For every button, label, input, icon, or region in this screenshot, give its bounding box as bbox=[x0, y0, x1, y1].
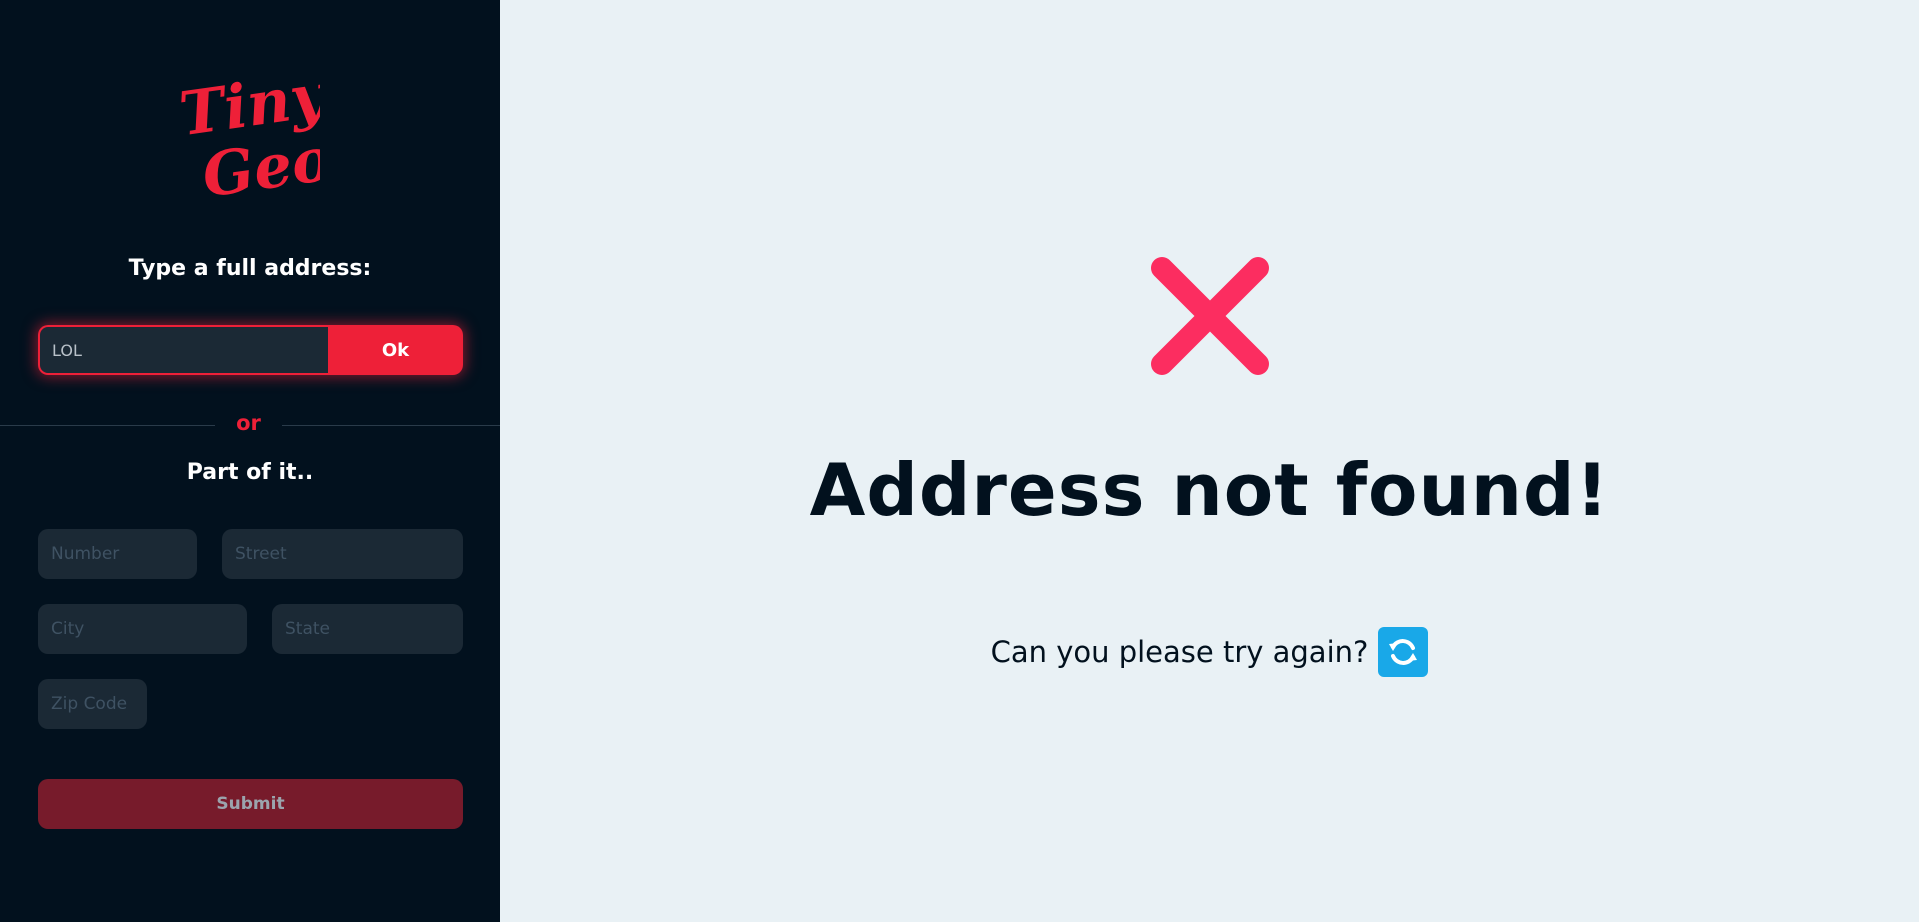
refresh-button[interactable] bbox=[1378, 627, 1429, 677]
submit-button[interactable]: Submit bbox=[38, 779, 463, 829]
error-title: Address not found! bbox=[809, 448, 1610, 532]
retry-row: Can you please try again? bbox=[500, 627, 1919, 677]
ok-button[interactable]: Ok bbox=[328, 325, 463, 375]
zip-code-field[interactable] bbox=[38, 679, 147, 729]
full-address-input[interactable] bbox=[38, 325, 328, 375]
city-field[interactable] bbox=[38, 604, 247, 654]
app-page: Tiny Geo Type a full address: Ok or Part… bbox=[0, 0, 1919, 922]
refresh-icon bbox=[1389, 639, 1418, 665]
state-field[interactable] bbox=[272, 604, 463, 654]
divider-or-label: or bbox=[236, 411, 261, 435]
street-field[interactable] bbox=[222, 529, 463, 579]
divider-line-left bbox=[0, 425, 215, 426]
close-icon bbox=[1148, 254, 1272, 378]
result-panel: Address not found! Can you please try ag… bbox=[500, 0, 1919, 922]
part-address-title: Part of it.. bbox=[186, 460, 314, 485]
tiny-geo-logo: Tiny Geo bbox=[180, 62, 320, 212]
full-address-title: Type a full address: bbox=[128, 256, 372, 281]
divider-line-right bbox=[282, 425, 500, 426]
retry-text: Can you please try again? bbox=[990, 635, 1369, 669]
full-address-form: Ok bbox=[38, 325, 463, 375]
number-field[interactable] bbox=[38, 529, 197, 579]
sidebar: Tiny Geo Type a full address: Ok or Part… bbox=[0, 0, 500, 922]
